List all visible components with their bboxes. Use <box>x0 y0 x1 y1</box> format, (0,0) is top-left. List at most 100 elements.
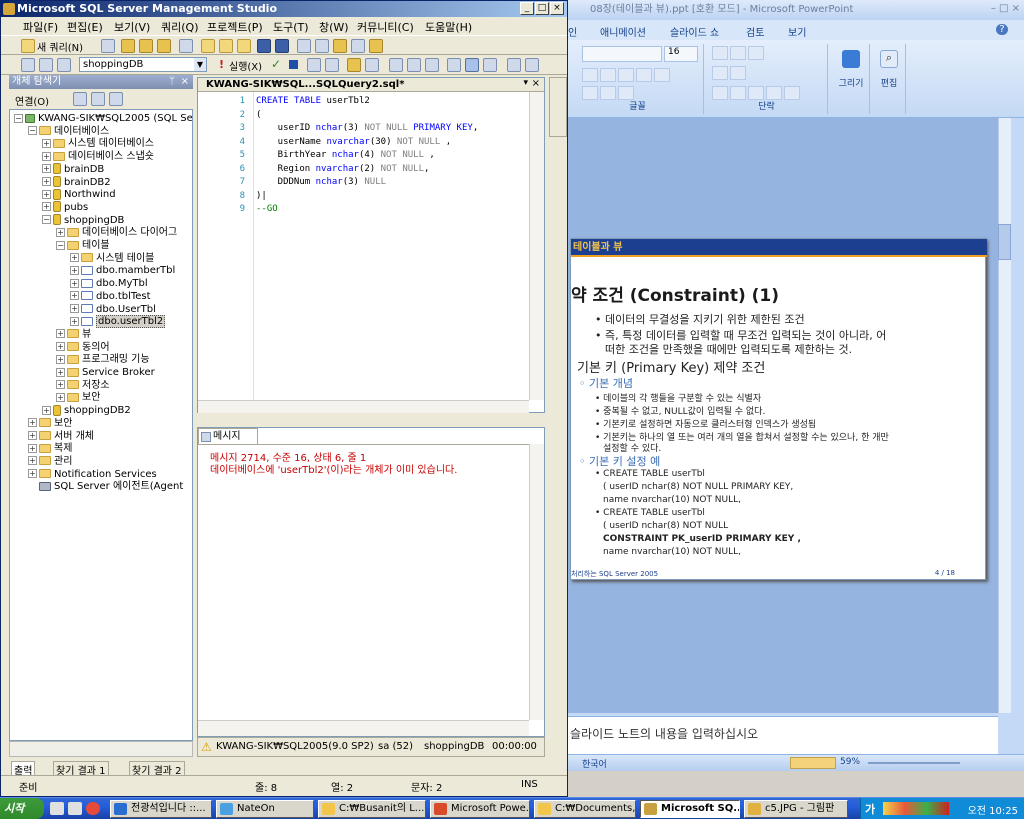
tree-node[interactable]: + dbo.tblTest <box>10 290 151 303</box>
toolbar-icon[interactable] <box>525 58 539 72</box>
underline-button[interactable] <box>618 68 634 82</box>
expand-icon[interactable]: + <box>42 202 51 212</box>
menu-project[interactable]: 프로젝트(P) <box>207 19 263 35</box>
expand-icon[interactable]: + <box>70 304 79 313</box>
menu-file[interactable]: 파일(F) <box>23 19 58 35</box>
quicklaunch-app-icon[interactable] <box>86 802 100 815</box>
bullets-button[interactable] <box>712 46 728 60</box>
disconnect-icon[interactable] <box>73 92 87 106</box>
expand-icon[interactable]: + <box>56 329 65 339</box>
expand-icon[interactable]: + <box>56 392 65 402</box>
shadow-button[interactable] <box>654 68 670 82</box>
close-button[interactable]: × <box>550 2 564 15</box>
tree-node[interactable]: + 복제 <box>10 442 72 455</box>
ssms-title-bar[interactable]: Microsoft SQL Server Management Studio <box>1 1 567 17</box>
toolbar-icon[interactable] <box>483 58 497 72</box>
strike-button[interactable] <box>636 68 652 82</box>
ppt-tab-review[interactable]: 검토 <box>746 24 764 39</box>
toolbar-icon[interactable] <box>57 58 71 72</box>
tree-node[interactable]: + dbo.UserTbl <box>10 303 156 316</box>
ppt-tab-animation[interactable]: 애니메이션 <box>600 24 646 39</box>
toolbar-icon[interactable] <box>369 39 383 53</box>
ime-indicator[interactable]: 가 <box>865 801 875 817</box>
results-to-grid-icon[interactable] <box>465 58 479 72</box>
start-button[interactable]: 시작 <box>0 798 44 819</box>
properties-side-tab[interactable] <box>549 77 567 137</box>
ppt-vertical-scrollbar[interactable] <box>998 118 1011 713</box>
expand-icon[interactable]: + <box>70 265 79 275</box>
tree-node[interactable]: − 데이터베이스 <box>10 125 109 138</box>
toolbar-icon[interactable] <box>507 58 521 72</box>
slide[interactable]: 테이블과 뷰 약 조건 (Constraint) (1) • 데이터의 무결성을… <box>570 238 987 580</box>
collapse-icon[interactable]: − <box>28 126 37 136</box>
powerpoint-window[interactable]: 08장(테이블과 뷰).ppt [호환 모드] - Microsoft Powe… <box>568 0 1024 797</box>
ribbon-draw-group[interactable]: 그리기 <box>832 44 870 114</box>
toolbar-icon[interactable] <box>307 58 321 72</box>
font-color-button[interactable] <box>582 86 598 100</box>
tree-node[interactable]: + 시스템 테이블 <box>10 252 154 265</box>
execute-button[interactable]: 실행(X) <box>229 58 262 73</box>
expand-icon[interactable]: + <box>28 456 37 466</box>
expand-icon[interactable]: + <box>70 278 79 288</box>
expand-icon[interactable]: + <box>70 316 79 326</box>
minimize-button[interactable]: _ <box>520 2 534 15</box>
tree-node[interactable]: + 동의어 <box>10 341 110 354</box>
ribbon-edit-group[interactable]: ⌕ 편집 <box>872 44 906 114</box>
menu-tools[interactable]: 도구(T) <box>273 19 309 35</box>
tree-node[interactable]: − 테이블 <box>10 239 110 252</box>
align-text-button[interactable] <box>730 66 746 80</box>
tree-node[interactable]: SQL Server 에이전트(Agent <box>10 480 183 493</box>
view-buttons[interactable] <box>790 757 836 769</box>
save-icon[interactable] <box>257 39 271 53</box>
tab-messages[interactable]: 메시지 <box>198 428 258 444</box>
toolbar-icon[interactable] <box>425 58 439 72</box>
bold-button[interactable] <box>582 68 598 82</box>
expand-icon[interactable]: + <box>28 431 37 440</box>
ppt-scroll-thumb[interactable] <box>998 224 1011 260</box>
toolbar-icon[interactable] <box>219 39 233 53</box>
tree-node[interactable]: + 프로그래밍 기능 <box>10 353 150 366</box>
menu-edit[interactable]: 편집(E) <box>67 19 103 35</box>
expand-icon[interactable]: + <box>42 151 51 161</box>
toolbar-icon[interactable] <box>157 39 171 53</box>
tree-node[interactable]: + 데이터베이스 다이어그 <box>10 226 177 239</box>
toolbar-icon[interactable] <box>389 58 403 72</box>
menu-view[interactable]: 보기(V) <box>114 19 150 35</box>
collapse-icon[interactable]: − <box>56 240 65 250</box>
expand-icon[interactable]: + <box>42 177 51 186</box>
tree-horizontal-scrollbar[interactable] <box>9 741 193 757</box>
taskbar-button[interactable]: Microsoft Powe... <box>430 800 530 818</box>
ppt-tab-slideshow[interactable]: 슬라이드 쇼 <box>670 24 719 39</box>
menu-community[interactable]: 커뮤니티(C) <box>357 19 414 35</box>
tree-node[interactable]: + shoppingDB2 <box>10 404 131 417</box>
toolbar-icon[interactable] <box>315 39 329 53</box>
ppt-help-icon[interactable]: ? <box>996 24 1008 35</box>
toolbar-icon[interactable] <box>101 39 115 53</box>
tray-icons[interactable] <box>883 802 949 815</box>
toolbar-icon[interactable] <box>351 39 365 53</box>
ppt-tab[interactable]: 인 <box>568 24 577 39</box>
toolbar-icon[interactable] <box>325 58 339 72</box>
stop-icon[interactable] <box>289 60 298 69</box>
toolbar-icon[interactable] <box>365 58 379 72</box>
toolbar-icon[interactable] <box>139 39 153 53</box>
toolbar-icon[interactable] <box>237 39 251 53</box>
tree-node[interactable]: + 시스템 데이터베이스 <box>10 137 154 150</box>
tree-node[interactable]: + dbo.userTbl2 <box>10 315 166 329</box>
database-select[interactable]: shoppingDB ▼ <box>79 57 207 72</box>
numbering-button[interactable] <box>730 46 746 60</box>
menu-help[interactable]: 도움말(H) <box>425 19 472 35</box>
taskbar-button[interactable]: C:₩Busanit의 L... <box>318 800 426 818</box>
tree-node[interactable]: + 보안 <box>10 391 100 404</box>
columns-button[interactable] <box>784 86 800 100</box>
code-area[interactable]: CREATE TABLE userTbl2 ( userID nchar(3) N… <box>198 92 529 400</box>
expand-icon[interactable]: + <box>42 138 51 148</box>
toolbar-icon[interactable] <box>179 39 193 53</box>
toolbar-icon[interactable] <box>333 39 347 53</box>
menu-window[interactable]: 창(W) <box>319 19 349 35</box>
message-output[interactable]: 메시지 2714, 수준 16, 상태 6, 줄 1 데이터베이스에 'user… <box>198 444 544 720</box>
tree-node[interactable]: + Service Broker <box>10 366 155 379</box>
expand-icon[interactable]: + <box>28 443 37 453</box>
connect-button[interactable]: 연결(O) <box>15 93 49 108</box>
tree-node[interactable]: + brainDB2 <box>10 176 111 189</box>
